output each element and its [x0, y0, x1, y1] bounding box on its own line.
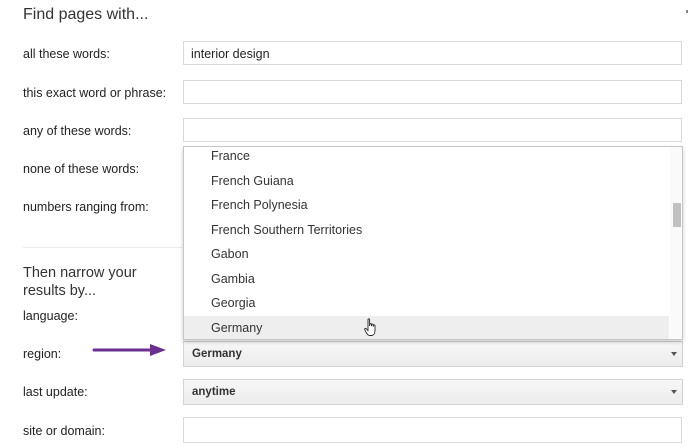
last-update-select[interactable]: anytime — [183, 379, 683, 405]
chevron-down-icon — [671, 352, 677, 356]
exact-phrase-input[interactable] — [183, 80, 682, 104]
chevron-down-icon — [671, 390, 677, 394]
region-option-georgia[interactable]: Georgia — [184, 291, 669, 316]
dropdown-scrollbar-thumb[interactable] — [673, 203, 681, 227]
site-domain-input[interactable] — [183, 417, 682, 443]
region-option-france[interactable]: France — [184, 147, 669, 169]
region-option-gabon[interactable]: Gabon — [184, 242, 669, 267]
find-pages-heading: Find pages with... — [23, 6, 149, 23]
site-domain-label: site or domain: — [23, 424, 105, 438]
region-dropdown-list[interactable]: France French Guiana French Polynesia Fr… — [183, 146, 683, 340]
last-update-selected-value: anytime — [192, 386, 236, 398]
all-words-label: all these words: — [23, 47, 110, 61]
language-label: language: — [23, 309, 78, 323]
hand-cursor-icon — [364, 318, 376, 336]
advanced-search-page: Find pages with... all these words: inte… — [0, 0, 689, 448]
any-words-label: any of these words: — [23, 124, 132, 138]
last-update-label: last update: — [23, 385, 88, 399]
exact-phrase-label: this exact word or phrase: — [23, 86, 167, 100]
region-option-french-guiana[interactable]: French Guiana — [184, 169, 669, 194]
arrow-right-icon — [92, 344, 166, 356]
region-option-french-polynesia[interactable]: French Polynesia — [184, 193, 669, 218]
region-option-germany[interactable]: Germany — [184, 316, 669, 339]
region-option-french-southern-territories[interactable]: French Southern Territories — [184, 218, 669, 243]
any-words-input[interactable] — [183, 118, 682, 142]
all-words-input[interactable]: interior design — [183, 41, 682, 65]
dropdown-scrollbar[interactable] — [670, 147, 682, 339]
numbers-range-label: numbers ranging from: — [23, 200, 149, 214]
region-label: region: — [23, 347, 62, 361]
region-option-gambia[interactable]: Gambia — [184, 267, 669, 292]
region-select[interactable]: Germany — [183, 341, 683, 367]
narrow-results-heading: Then narrow your results by... — [23, 265, 137, 299]
none-words-label: none of these words: — [23, 162, 140, 176]
corner-mark — [686, 10, 688, 13]
region-selected-value: Germany — [192, 348, 242, 360]
